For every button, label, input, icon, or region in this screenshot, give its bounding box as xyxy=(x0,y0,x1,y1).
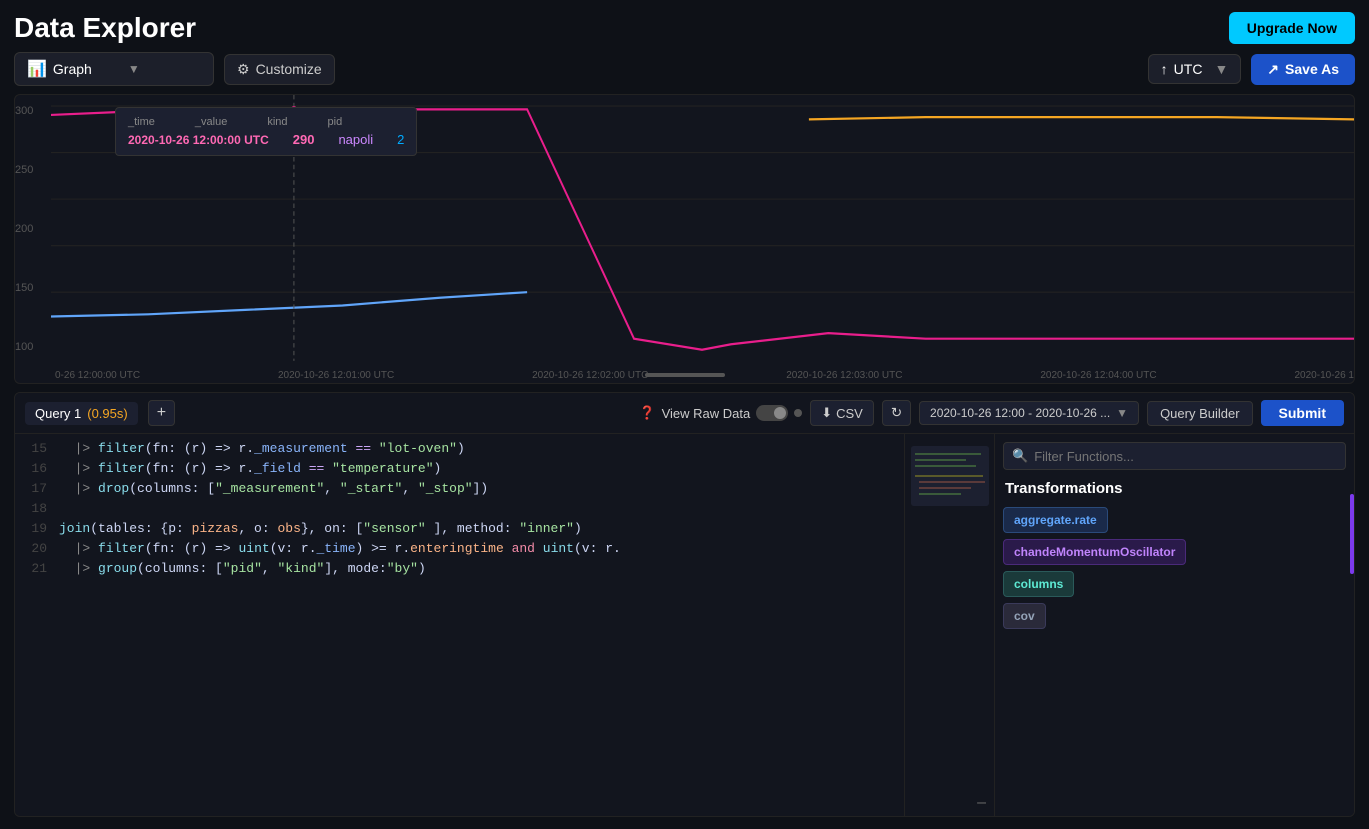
y-label-150: 150 xyxy=(15,282,37,294)
chart-area: 300 250 200 150 100 xyxy=(14,94,1355,384)
gear-icon: ⚙ xyxy=(237,61,250,78)
csv-button[interactable]: ⬇ CSV xyxy=(810,400,874,426)
date-range-button[interactable]: 2020-10-26 12:00 - 2020-10-26 ... ▼ xyxy=(919,401,1139,425)
app-header: Data Explorer Upgrade Now xyxy=(14,12,1355,44)
app-container: Data Explorer Upgrade Now 📊 Graph ▼ ⚙ Cu… xyxy=(0,0,1369,829)
scroll-bar xyxy=(1350,494,1354,574)
filter-input-field[interactable] xyxy=(1034,449,1337,464)
save-as-label: Save As xyxy=(1285,61,1339,77)
thumbnail-svg xyxy=(911,446,989,506)
tooltip-kind-col: kind xyxy=(267,116,287,128)
graph-chart-icon: 📊 xyxy=(27,59,47,79)
search-icon: 🔍 xyxy=(1012,448,1028,464)
fn-tag-chandemomentumoscillator[interactable]: chandeMomentumOscillator xyxy=(1003,539,1186,565)
code-line-20: 20 |> filter(fn: (r) => uint(v: r._time)… xyxy=(15,540,904,560)
y-label-250: 250 xyxy=(15,164,37,176)
utc-chevron-icon: ▼ xyxy=(1214,61,1228,77)
add-query-button[interactable]: + xyxy=(148,400,175,426)
tooltip-time-val: 2020-10-26 12:00:00 UTC xyxy=(128,133,269,147)
thumbnail-panel: – xyxy=(904,434,994,816)
chart-scrollbar[interactable] xyxy=(645,373,725,377)
query-bar: Query 1 (0.95s) + ❓ View Raw Data ⬇ CSV … xyxy=(15,393,1354,434)
date-range-chevron: ▼ xyxy=(1116,406,1128,420)
y-label-100: 100 xyxy=(15,341,37,353)
csv-label: CSV xyxy=(836,406,863,421)
bottom-panel: Query 1 (0.95s) + ❓ View Raw Data ⬇ CSV … xyxy=(14,392,1355,817)
fn-tag-cov[interactable]: cov xyxy=(1003,603,1046,629)
code-editor[interactable]: 15 |> filter(fn: (r) => r._measurement =… xyxy=(15,434,904,816)
save-as-icon: ↗ xyxy=(1267,61,1279,78)
tooltip-value-col: _value xyxy=(195,116,227,128)
tooltip-pid-val: 2 xyxy=(397,132,404,147)
code-line-18: 18 xyxy=(15,500,904,520)
tooltip-header: _time _value kind pid xyxy=(128,116,404,128)
submit-button[interactable]: Submit xyxy=(1261,400,1344,426)
refresh-button[interactable]: ↻ xyxy=(882,400,911,426)
y-label-200: 200 xyxy=(15,223,37,235)
tooltip-time-col: _time xyxy=(128,116,155,128)
graph-dropdown[interactable]: 📊 Graph ▼ xyxy=(14,52,214,86)
function-tags: aggregate.rate chandeMomentumOscillator … xyxy=(1003,507,1346,629)
raw-toggle-switch[interactable] xyxy=(756,405,788,421)
graph-label: Graph xyxy=(53,61,92,77)
tooltip-values: 2020-10-26 12:00:00 UTC 290 napoli 2 xyxy=(128,132,404,147)
code-line-19: 19 join(tables: {p: pizzas, o: obs}, on:… xyxy=(15,520,904,540)
transformations-label: Transformations xyxy=(1003,476,1346,501)
query-builder-button[interactable]: Query Builder xyxy=(1147,401,1252,426)
editor-area: 15 |> filter(fn: (r) => r._measurement =… xyxy=(15,434,1354,816)
y-axis: 300 250 200 150 100 xyxy=(15,95,37,353)
app-title: Data Explorer xyxy=(14,12,196,44)
customize-label: Customize xyxy=(256,61,322,77)
toggle-dot-icon xyxy=(794,409,802,417)
code-thumbnail xyxy=(911,446,989,506)
help-icon: ❓ xyxy=(639,405,655,421)
chevron-down-icon: ▼ xyxy=(128,62,140,76)
save-as-button[interactable]: ↗ Save As xyxy=(1251,54,1355,85)
code-line-15: 15 |> filter(fn: (r) => r._measurement =… xyxy=(15,440,904,460)
toolbar: 📊 Graph ▼ ⚙ Customize ↑ UTC ▼ ↗ Save As xyxy=(14,52,1355,86)
filter-functions-input[interactable]: 🔍 xyxy=(1003,442,1346,470)
toolbar-left: 📊 Graph ▼ ⚙ Customize xyxy=(14,52,1138,86)
fn-tag-aggregate-rate[interactable]: aggregate.rate xyxy=(1003,507,1108,533)
tooltip-pid-col: pid xyxy=(328,116,343,128)
query-time: (0.95s) xyxy=(87,406,127,421)
view-raw-label: View Raw Data xyxy=(662,406,751,421)
utc-dropdown[interactable]: ↑ UTC ▼ xyxy=(1148,54,1242,84)
date-range-label: 2020-10-26 12:00 - 2020-10-26 ... xyxy=(930,406,1110,420)
download-icon: ⬇ xyxy=(821,405,832,421)
functions-sidebar: 🔍 Transformations aggregate.rate chandeM… xyxy=(994,434,1354,816)
code-line-21: 21 |> group(columns: ["pid", "kind"], mo… xyxy=(15,560,904,580)
utc-label: UTC xyxy=(1174,61,1203,77)
view-raw-toggle[interactable]: ❓ View Raw Data xyxy=(639,405,802,421)
upgrade-button[interactable]: Upgrade Now xyxy=(1229,12,1355,44)
utc-arrow-icon: ↑ xyxy=(1161,61,1168,77)
code-line-16: 16 |> filter(fn: (r) => r._field == "tem… xyxy=(15,460,904,480)
tooltip-kind-val: napoli xyxy=(338,132,373,147)
query-tab[interactable]: Query 1 (0.95s) xyxy=(25,402,138,425)
collapse-button[interactable]: – xyxy=(977,794,986,812)
code-line-17: 17 |> drop(columns: ["_measurement", "_s… xyxy=(15,480,904,500)
chart-tooltip: _time _value kind pid 2020-10-26 12:00:0… xyxy=(115,107,417,156)
query-name: Query 1 xyxy=(35,406,81,421)
tooltip-value-val: 290 xyxy=(293,132,315,147)
fn-tag-columns[interactable]: columns xyxy=(1003,571,1074,597)
customize-button[interactable]: ⚙ Customize xyxy=(224,54,335,85)
toolbar-right: ↑ UTC ▼ ↗ Save As xyxy=(1148,54,1355,85)
y-label-300: 300 xyxy=(15,105,37,117)
sidebar-inner: 🔍 Transformations aggregate.rate chandeM… xyxy=(995,434,1354,816)
query-bar-right: ❓ View Raw Data ⬇ CSV ↻ 2020-10-26 12:00… xyxy=(639,400,1344,426)
